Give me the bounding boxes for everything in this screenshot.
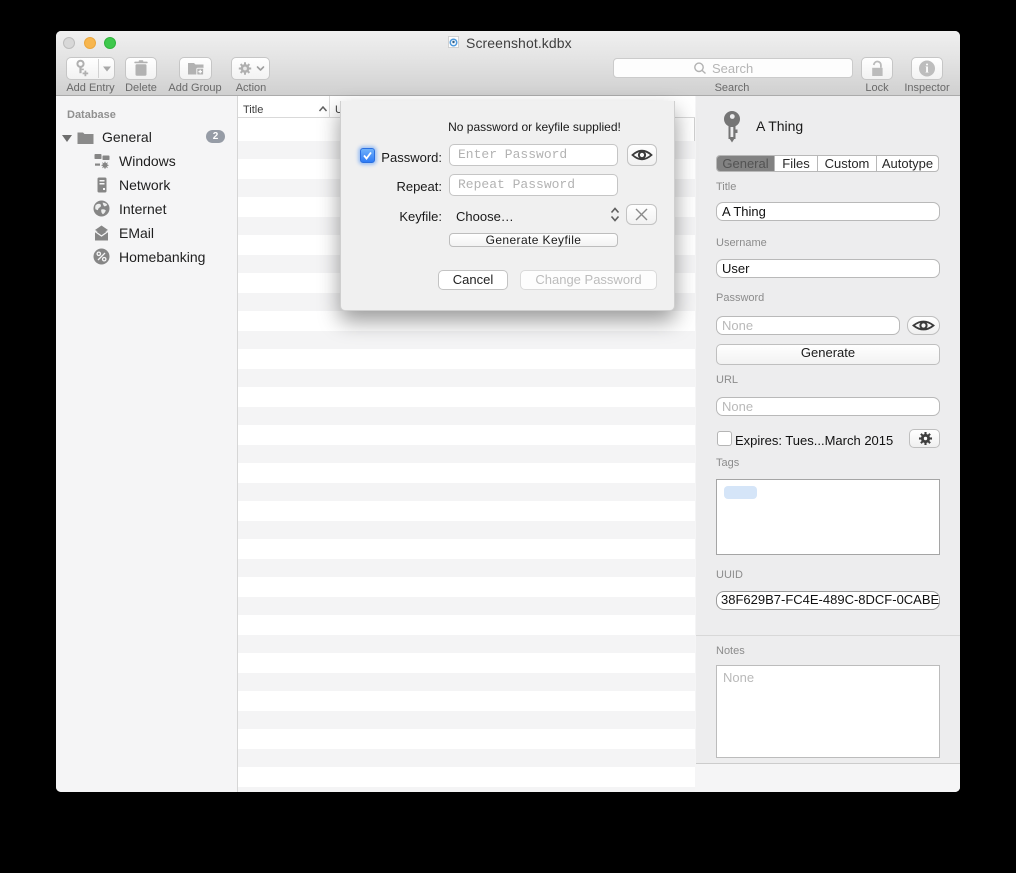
svg-text:i: i [925, 62, 929, 76]
